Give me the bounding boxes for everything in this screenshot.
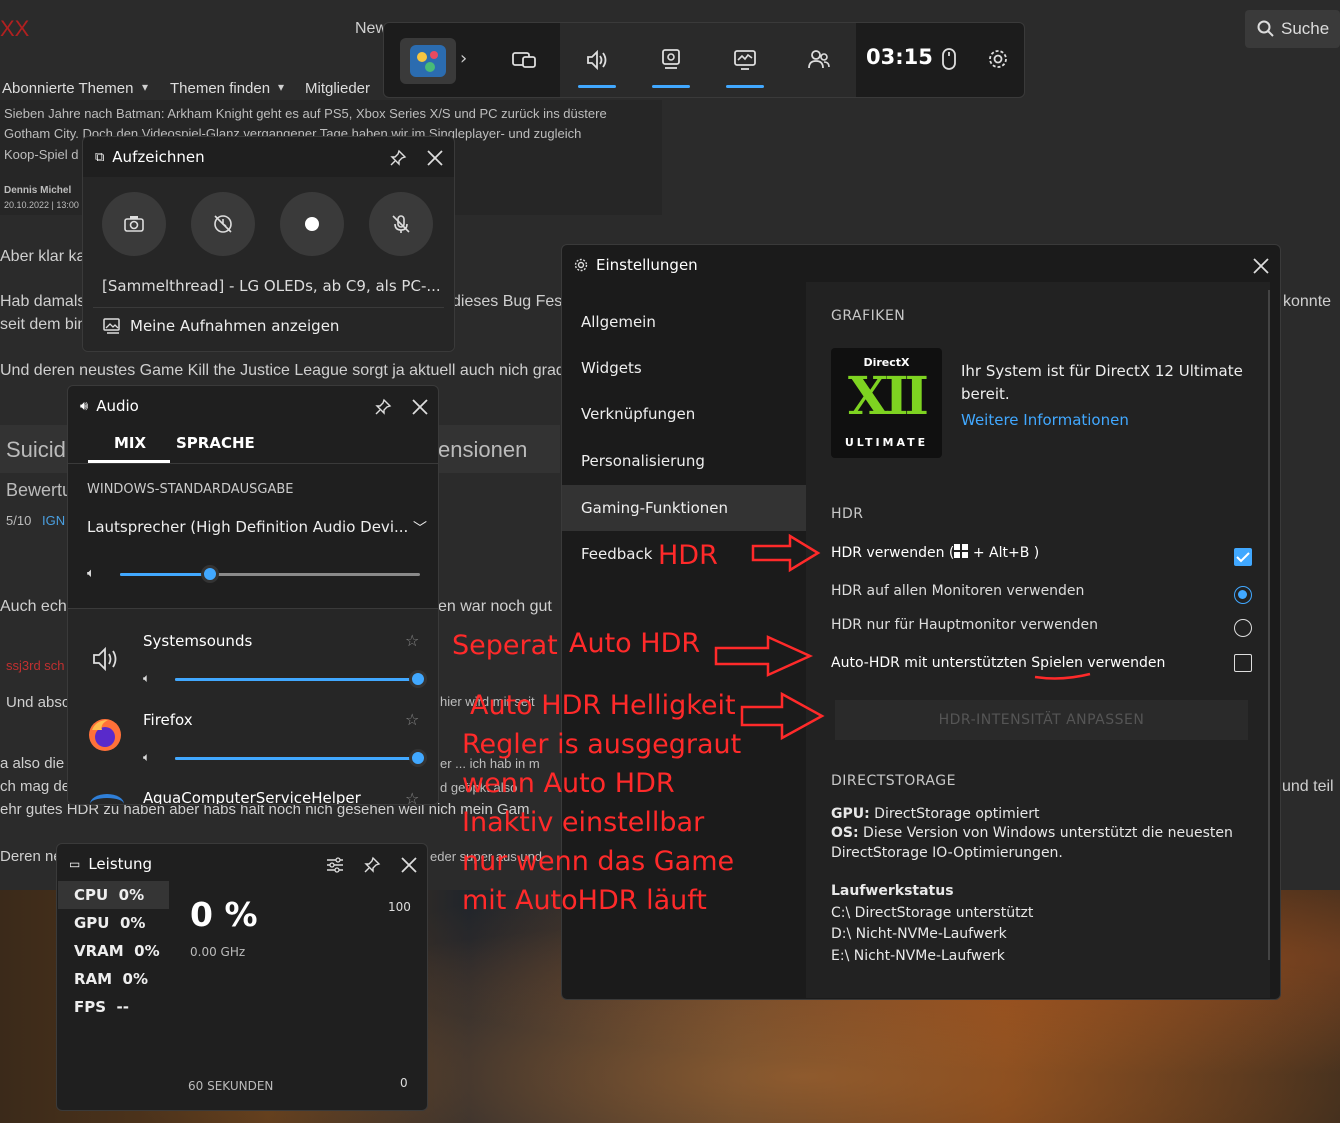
annotation-underline: [1034, 672, 1091, 680]
annotation-arrow: [751, 533, 821, 573]
annotation-arrow: [740, 691, 825, 741]
annotation-arrows: [714, 533, 1091, 741]
annotation-arrow: [714, 635, 814, 677]
